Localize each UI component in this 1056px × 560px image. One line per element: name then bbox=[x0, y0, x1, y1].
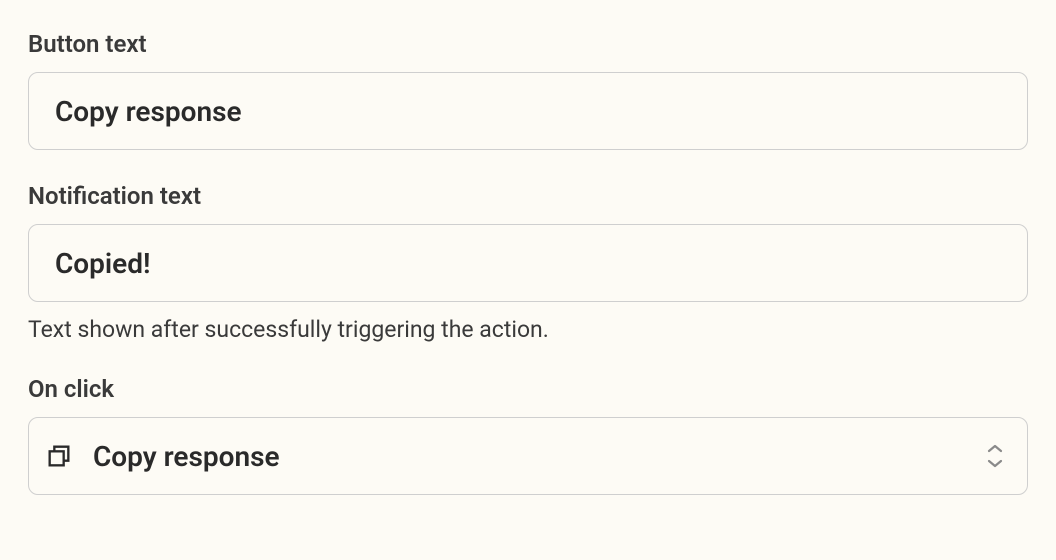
on-click-label: On click bbox=[28, 375, 1028, 403]
select-chevrons-icon bbox=[984, 441, 1006, 471]
copy-icon bbox=[45, 442, 73, 470]
notification-text-label: Notification text bbox=[28, 182, 1028, 210]
button-text-input[interactable] bbox=[28, 72, 1028, 150]
notification-text-field: Notification text Text shown after succe… bbox=[28, 182, 1028, 343]
notification-text-help: Text shown after successfully triggering… bbox=[28, 316, 1028, 343]
form-section: Button text Notification text Text shown… bbox=[0, 0, 1056, 495]
button-text-field: Button text bbox=[28, 30, 1028, 150]
on-click-selected-label: Copy response bbox=[93, 440, 280, 473]
on-click-field: On click Copy response bbox=[28, 375, 1028, 495]
on-click-select[interactable]: Copy response bbox=[28, 417, 1028, 495]
notification-text-input[interactable] bbox=[28, 224, 1028, 302]
on-click-select-wrap: Copy response bbox=[28, 417, 1028, 495]
button-text-label: Button text bbox=[28, 30, 1028, 58]
